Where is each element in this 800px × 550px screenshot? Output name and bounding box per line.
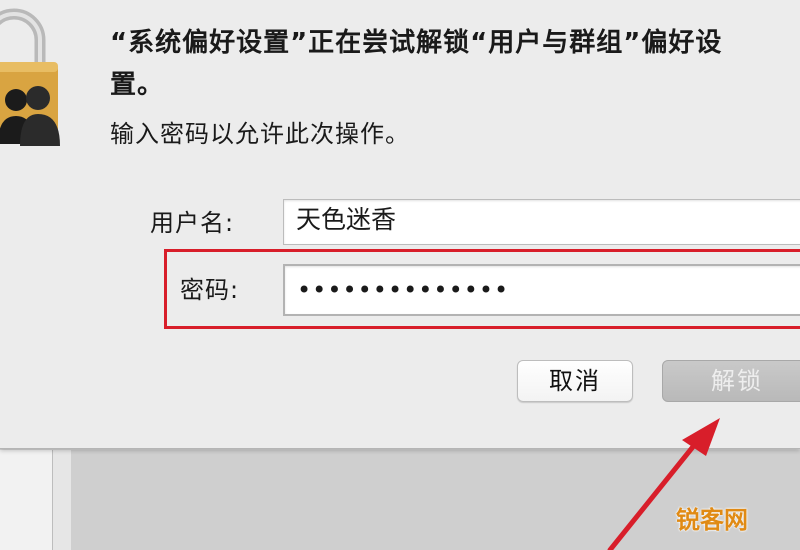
password-label: 密码: [180, 276, 240, 304]
username-label: 用户名: [150, 209, 235, 237]
background-sidebar [0, 450, 53, 550]
unlock-dialog: “系统偏好设置”正在尝试解锁“用户与群组”偏好设置。 输入密码以允许此次操作。 … [0, 0, 800, 449]
background-divider [53, 450, 71, 550]
password-field[interactable]: •••••••••••••• [283, 264, 800, 316]
dialog-title: “系统偏好设置”正在尝试解锁“用户与群组”偏好设置。 [110, 28, 723, 100]
dialog-subtitle: 输入密码以允许此次操作。 [110, 120, 410, 148]
username-field[interactable]: 天色迷香 [283, 199, 800, 245]
unlock-button[interactable]: 解锁 [662, 360, 800, 402]
cancel-button[interactable]: 取消 [517, 360, 633, 402]
lock-users-icon [0, 8, 60, 146]
watermark-logo: 锐客网 [676, 506, 748, 534]
